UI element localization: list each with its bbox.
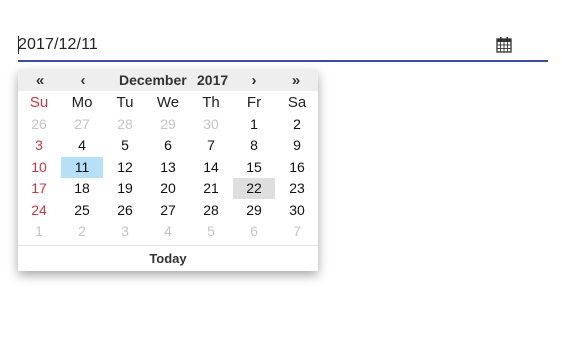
weekday-label: Mo: [71, 94, 93, 111]
calendar-day[interactable]: 3: [18, 135, 60, 156]
weekday-label: Sa: [287, 94, 307, 111]
week-row: 3456789: [18, 135, 318, 157]
calendar-grid: Su Mo Tu We Th Fr Sa 26 27 28 29 30 1 2 3 4 5 6 7 8 9…: [18, 92, 318, 243]
calendar-day[interactable]: 14: [190, 157, 232, 178]
calendar-day[interactable]: 8: [233, 135, 275, 156]
calendar-icon[interactable]: [495, 36, 513, 54]
weekday-label: We: [156, 94, 180, 111]
calendar-day-outside[interactable]: 3: [104, 221, 146, 242]
date-input[interactable]: 2017/12/11: [18, 33, 548, 62]
calendar-day[interactable]: 21: [190, 178, 232, 199]
calendar-day[interactable]: 7: [190, 135, 232, 156]
calendar-day-outside[interactable]: 30: [190, 114, 232, 135]
calendar-day[interactable]: 9: [276, 135, 318, 156]
calendar-day[interactable]: 6: [147, 135, 189, 156]
calendar-day-outside[interactable]: 29: [147, 114, 189, 135]
calendar-day[interactable]: 12: [104, 157, 146, 178]
prev-year-button[interactable]: «: [29, 70, 51, 91]
calendar-day[interactable]: 30: [276, 200, 318, 221]
weekday-label: Tu: [116, 94, 134, 111]
next-year-button[interactable]: »: [285, 70, 307, 91]
calendar-day-outside[interactable]: 6: [233, 221, 275, 242]
calendar-day[interactable]: 18: [61, 178, 103, 199]
week-row: 1234567: [18, 221, 318, 243]
calendar-day[interactable]: 13: [147, 157, 189, 178]
prev-month-button[interactable]: ‹: [72, 70, 94, 91]
calendar-day-outside[interactable]: 26: [18, 114, 60, 135]
calendar-day[interactable]: 1: [233, 114, 275, 135]
calendar-day[interactable]: 20: [147, 178, 189, 199]
calendar-day-outside[interactable]: 1: [18, 221, 60, 242]
calendar-day[interactable]: 5: [104, 135, 146, 156]
week-row: 26 27 28 29 30 1 2: [18, 114, 318, 136]
week-row: 10 11 12 13 14 15 16: [18, 156, 318, 179]
month-label[interactable]: December: [119, 70, 187, 91]
calendar-day-outside[interactable]: 7: [276, 221, 318, 242]
calendar-nav: « ‹ December 2017 › »: [18, 70, 318, 91]
calendar-day[interactable]: 4: [61, 135, 103, 156]
calendar-day[interactable]: 28: [190, 200, 232, 221]
calendar-day[interactable]: 25: [61, 200, 103, 221]
week-row: 24 25 26 27 28 29 30: [18, 200, 318, 222]
calendar-day[interactable]: 2: [276, 114, 318, 135]
calendar-day[interactable]: 16: [276, 157, 318, 178]
calendar-day-outside[interactable]: 4: [147, 221, 189, 242]
week-row: 17 18 19 20 21 22 23: [18, 178, 318, 200]
calendar-day[interactable]: 11: [61, 156, 103, 178]
year-label[interactable]: 2017: [197, 70, 228, 91]
calendar-day[interactable]: 17: [18, 178, 60, 199]
next-month-button[interactable]: ›: [243, 70, 265, 91]
calendar-day[interactable]: 19: [104, 178, 146, 199]
calendar-day[interactable]: 27: [147, 200, 189, 221]
calendar-day[interactable]: 23: [276, 178, 318, 199]
date-input-value[interactable]: 2017/12/11: [18, 36, 98, 54]
calendar-day-outside[interactable]: 28: [104, 114, 146, 135]
weekday-label: Su: [29, 94, 49, 111]
calendar-day[interactable]: 24: [18, 200, 60, 221]
weekday-header-row: Su Mo Tu We Th Fr Sa: [18, 92, 318, 114]
calendar-day[interactable]: 15: [233, 157, 275, 178]
calendar-day[interactable]: 26: [104, 200, 146, 221]
calendar-day[interactable]: 22: [233, 178, 275, 199]
calendar-day-outside[interactable]: 2: [61, 221, 103, 242]
weekday-label: Th: [202, 94, 220, 111]
weekday-label: Fr: [246, 94, 262, 111]
calendar-day[interactable]: 10: [18, 157, 60, 178]
calendar-day-outside[interactable]: 27: [61, 114, 103, 135]
calendar-day-outside[interactable]: 5: [190, 221, 232, 242]
calendar-popup: « ‹ December 2017 › » Su Mo Tu We Th Fr …: [18, 70, 318, 271]
calendar-day[interactable]: 29: [233, 200, 275, 221]
today-button[interactable]: Today: [18, 245, 318, 271]
